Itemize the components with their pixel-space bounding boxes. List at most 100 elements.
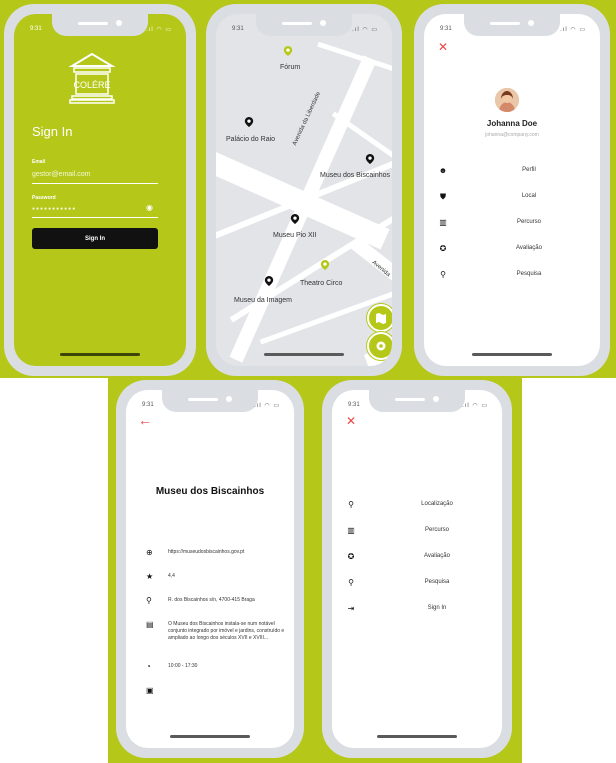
status-icons: .ıl ◠ ▭ [560,27,586,33]
place-label[interactable]: Fórum [280,64,300,71]
place-label[interactable]: Museu Pio XII [273,232,317,239]
map-screen: Avenida da Liberdade Avenida 9:31 .ıl ◠ … [216,14,392,366]
museum-logo-icon: COLÉRE [68,52,116,104]
star-circle-icon: ✪ [347,552,355,561]
route-map-button[interactable] [367,304,392,332]
status-time: 9:31 [30,26,42,32]
menu-item-percurso[interactable]: ▥ Percurso [346,526,486,538]
notch [464,14,560,36]
notch [369,390,465,412]
status-time: 9:31 [440,26,452,32]
address-text: R. dos Biscainhos s/n, 4700-415 Braga [168,597,255,603]
place-label[interactable]: Museu dos Biscainhos [320,172,390,179]
map-pin-icon[interactable] [365,154,375,164]
map-icon: ▥ [347,526,355,535]
home-indicator [170,735,250,738]
logo-text: COLÉRE [73,80,110,90]
menu-item-label: Localização [421,501,453,507]
map-pin-icon[interactable] [264,276,274,286]
menu-item-label: Percurso [424,527,449,533]
star-icon: ★ [146,572,154,581]
avatar-image [495,88,519,112]
globe-icon: ⊕ [146,548,153,557]
menu-item-label: Avaliação [424,553,450,559]
menu-item-avaliacao[interactable]: ✪ Avaliação [438,244,578,256]
menu-item-local[interactable]: ⛊ Local [438,192,578,204]
eye-icon[interactable]: ◉ [146,203,153,212]
search-icon: ⚲ [440,270,446,279]
sign-in-title: Sign In [32,124,73,139]
home-indicator [377,735,457,738]
close-icon[interactable]: ✕ [346,414,356,428]
menu-item-label: Avaliação [516,245,542,251]
notch [162,390,258,412]
menu-item-sign-in[interactable]: ⇥ Sign In [346,604,486,616]
place-label[interactable]: Museu da Imagem [234,297,292,304]
account-circle-icon: ☻ [438,166,448,175]
menu-item-pesquisa[interactable]: ⚲ Pesquisa [346,578,486,590]
menu-item-perfil[interactable]: ☻ Perfil [438,166,578,178]
password-field[interactable]: ●●●●●●●●●●● [32,206,76,212]
profile-name: Johanna Doe [486,119,538,128]
phone-sign-in: 9:31 .ıl ◠ ▭ COLÉRE Sign In Email gestor… [4,4,196,376]
close-icon[interactable]: ✕ [438,40,448,54]
avatar[interactable] [495,88,519,112]
star-circle-icon: ✪ [439,244,447,253]
phone-guest-menu: 9:31 .ıl ◠ ▭ ✕ ⚲ Localização ▥ Percurso … [322,380,512,758]
phone-detail: 9:31 .ıl ◠ ▭ ← Museu dos Biscainhos ⊕ ht… [116,380,304,758]
status-icons: .ıl ◠ ▭ [352,27,378,33]
guest-menu-screen: 9:31 .ıl ◠ ▭ ✕ ⚲ Localização ▥ Percurso … [332,390,502,748]
notch [256,14,352,36]
road [317,41,392,72]
menu-item-label: Pesquisa [424,579,450,585]
road-avenida-da-liberdade [229,55,377,363]
street-label: Avenida da Liberdade [292,91,323,147]
email-underline [32,183,158,184]
document-icon: ▤ [146,620,154,629]
place-label[interactable]: Theatro Circo [300,280,342,287]
menu-item-avaliacao[interactable]: ✪ Avaliação [346,552,486,564]
email-field[interactable]: gestor@email.com [32,171,90,178]
profile-email: johanna@company.com [485,132,539,138]
hours-text: 10:00 - 17:30 [168,663,198,669]
calendar-icon: ▣ [146,686,154,695]
map-pin-icon[interactable] [244,117,254,127]
profile-menu-screen: 9:31 .ıl ◠ ▭ ✕ Johanna Doe johanna@compa… [424,14,600,366]
menu-item-pesquisa[interactable]: ⚲ Pesquisa [438,270,578,282]
email-label: Email [32,159,46,165]
website-link[interactable]: https://museudosbiscainhos.gov.pt [168,549,286,556]
menu-item-label: Local [521,193,537,199]
home-indicator [264,353,344,356]
gear-icon [376,341,386,351]
clock-icon: ◔ [146,662,151,671]
settings-button[interactable] [367,332,392,360]
notch [52,14,148,36]
password-label: Password [32,195,56,201]
status-time: 9:31 [232,26,244,32]
status-icons: .ıl ◠ ▭ [254,403,280,409]
detail-screen: 9:31 .ıl ◠ ▭ ← Museu dos Biscainhos ⊕ ht… [126,390,294,748]
rating-value: 4,4 [168,573,175,579]
home-indicator [472,353,552,356]
status-time: 9:31 [348,402,360,408]
description-text: O Museu dos Biscainhos instala-se num no… [168,621,285,641]
search-icon: ⚲ [348,578,354,587]
place-title: Museu dos Biscainhos [155,486,265,497]
back-arrow-icon[interactable]: ← [138,412,152,428]
location-pin-icon: ⚲ [348,500,354,509]
menu-item-label: Percurso [516,219,541,225]
menu-item-label: Perfil [522,167,536,173]
sign-in-button[interactable]: Sign In [32,228,158,249]
map-pin-icon[interactable] [290,214,300,224]
map-pin-icon[interactable] [283,46,293,56]
place-label[interactable]: Palácio do Raio [226,136,275,143]
map-pin-icon[interactable] [320,260,330,270]
menu-item-label: Sign In [427,605,447,611]
phone-profile-menu: 9:31 .ıl ◠ ▭ ✕ Johanna Doe johanna@compa… [414,4,610,376]
password-underline [32,217,158,218]
sign-in-screen: 9:31 .ıl ◠ ▭ COLÉRE Sign In Email gestor… [14,14,186,366]
map-icon: ▥ [439,218,447,227]
menu-item-localizacao[interactable]: ⚲ Localização [346,500,486,512]
phone-map: Avenida da Liberdade Avenida 9:31 .ıl ◠ … [206,4,402,376]
menu-item-percurso[interactable]: ▥ Percurso [438,218,578,230]
